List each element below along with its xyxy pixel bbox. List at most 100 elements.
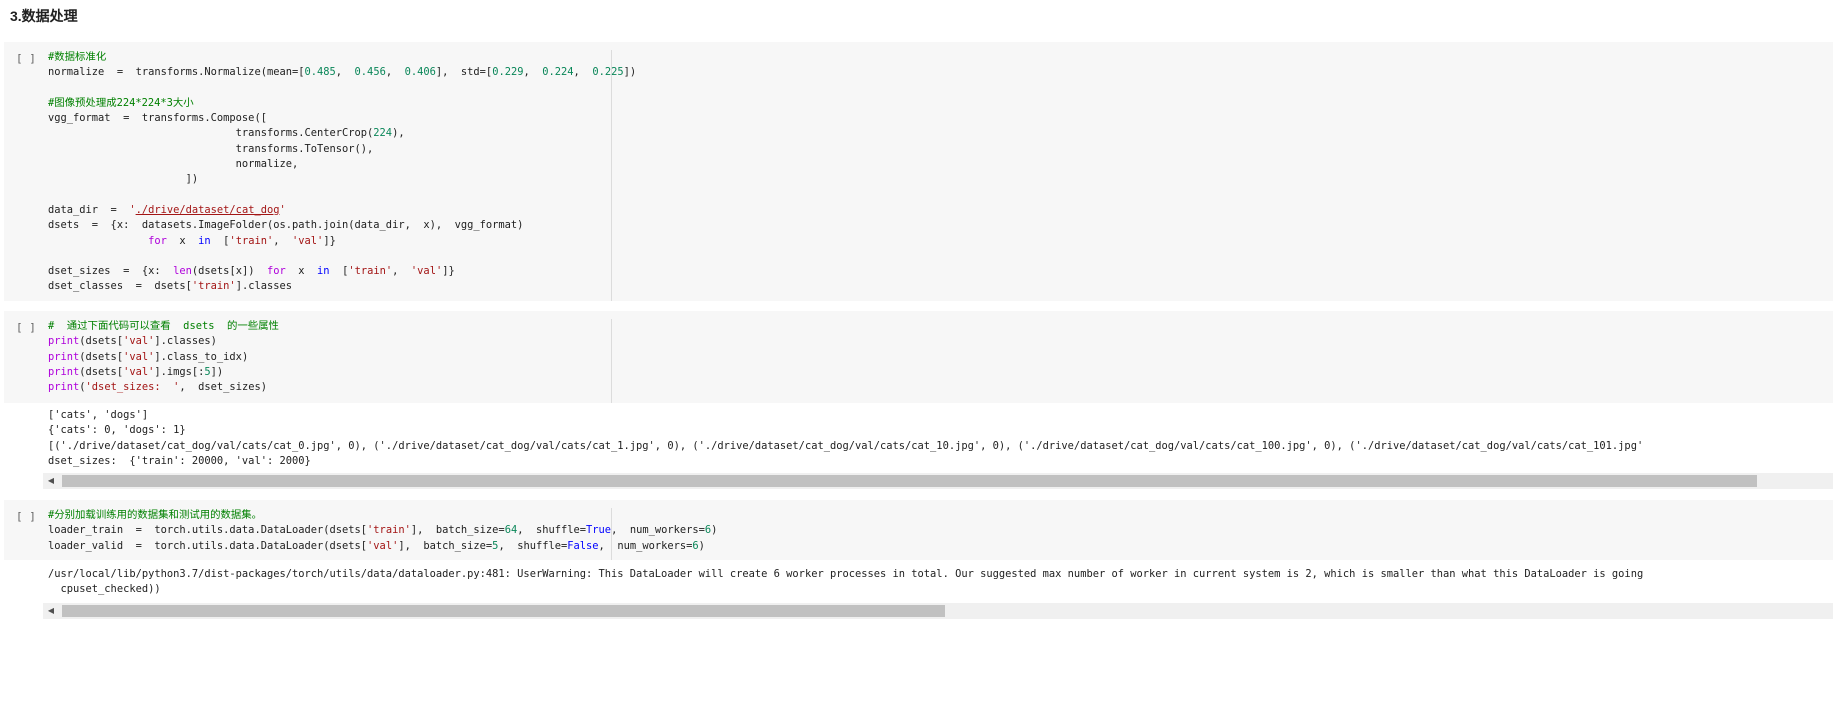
code-token: ./drive/dataset/cat_dog	[135, 203, 280, 216]
code-line[interactable]: loader_train = torch.utils.data.DataLoad…	[48, 523, 717, 538]
code-cell-dataloaders[interactable]: [ ] #分别加载训练用的数据集和测试用的数据集。 loader_train = …	[4, 500, 1833, 560]
code-line[interactable]: # 通过下面代码可以查看 dsets 的一些属性	[48, 319, 279, 334]
code-token: False	[567, 539, 599, 552]
code-cell-normalize[interactable]: [ ] #数据标准化 normalize = transforms.Normali…	[4, 42, 1833, 301]
code-line[interactable]: loader_valid = torch.utils.data.DataLoad…	[48, 539, 717, 554]
code-token: loader_train = torch.utils.data.DataLoad…	[48, 524, 368, 537]
code-line[interactable]: normalize = transforms.Normalize(mean=[0…	[48, 65, 636, 80]
code-token: )	[698, 539, 705, 552]
run-cell-button[interactable]: [ ]	[16, 52, 36, 65]
run-cell-button[interactable]: [ ]	[16, 321, 36, 334]
cell-output: ['cats', 'dogs'] {'cats': 0, 'dogs': 1} [(…	[48, 408, 1833, 469]
code-token: ]}	[442, 265, 455, 278]
code-editor[interactable]: # 通过下面代码可以查看 dsets 的一些属性 print(dsets['val…	[48, 319, 279, 395]
scroll-left-arrow-icon[interactable]: ◀	[43, 473, 59, 489]
code-token: ,	[385, 66, 405, 79]
code-token: x	[285, 265, 318, 278]
code-token: #分别加载训练用的数据集和测试用的数据集。	[48, 509, 263, 521]
code-cell-dsets-attributes[interactable]: [ ] # 通过下面代码可以查看 dsets 的一些属性 print(dsets[…	[4, 311, 1833, 403]
code-line[interactable]: print('dset_sizes: ', dset_sizes)	[48, 380, 279, 395]
code-token: loader_valid = torch.utils.data.DataLoad…	[48, 539, 368, 552]
code-token: 'val'	[123, 335, 155, 348]
code-line[interactable]: print(dsets['val'].imgs[:5])	[48, 365, 279, 380]
code-line[interactable]: print(dsets['val'].class_to_idx)	[48, 350, 279, 365]
code-token: ,	[273, 234, 293, 247]
code-line[interactable]	[48, 81, 636, 96]
code-token: 'train'	[348, 265, 393, 278]
code-line[interactable]: vgg_format = transforms.Compose([	[48, 111, 636, 126]
code-line[interactable]: #分别加载训练用的数据集和测试用的数据集。	[48, 508, 717, 523]
code-token: (dsets[	[79, 350, 124, 363]
code-line[interactable]: ])	[48, 172, 636, 187]
code-token: 64	[504, 524, 518, 537]
output-line: {'cats': 0, 'dogs': 1}	[48, 424, 186, 437]
code-token: )	[711, 524, 718, 537]
code-line[interactable]	[48, 249, 636, 264]
output-line: /usr/local/lib/python3.7/dist-packages/t…	[48, 568, 1644, 580]
code-token: , shuffle=	[517, 524, 587, 537]
code-line[interactable]: normalize,	[48, 157, 636, 172]
code-token: , num_workers=	[611, 524, 705, 537]
code-token: ,	[523, 66, 543, 79]
code-token: #数据标准化	[48, 51, 107, 63]
code-token: in	[198, 234, 211, 247]
code-token: , num_workers=	[598, 539, 693, 552]
code-line[interactable]: dset_classes = dsets['train'].classes	[48, 279, 636, 294]
output-line: [('./drive/dataset/cat_dog/val/cats/cat_…	[48, 439, 1644, 452]
code-token: #图像预处理成224*224*3大小	[48, 96, 194, 109]
scroll-thumb[interactable]	[62, 475, 1757, 487]
code-editor[interactable]: #数据标准化 normalize = transforms.Normalize(m…	[48, 50, 636, 295]
code-line[interactable]: dsets = {x: datasets.ImageFolder(os.path…	[48, 218, 636, 233]
scroll-left-arrow-icon[interactable]: ◀	[43, 603, 59, 619]
code-token: ], batch_size=	[398, 539, 493, 552]
code-line[interactable]: for x in ['train', 'val']}	[48, 234, 636, 249]
code-token: 'val'	[123, 365, 155, 378]
code-token: ], std=[	[435, 66, 493, 79]
code-token: '	[279, 203, 286, 216]
code-line[interactable]	[48, 188, 636, 203]
code-line[interactable]: print(dsets['val'].classes)	[48, 334, 279, 349]
line-length-ruler	[611, 319, 612, 403]
cell-output: /usr/local/lib/python3.7/dist-packages/t…	[48, 567, 1833, 598]
code-line[interactable]: transforms.ToTensor(),	[48, 142, 636, 157]
scroll-thumb[interactable]	[62, 605, 945, 617]
code-token: 'val'	[123, 350, 155, 363]
code-token: print	[48, 350, 80, 363]
code-token: vgg_format = transforms.Compose([	[48, 112, 267, 125]
code-token: # 通过下面代码可以查看 dsets 的一些属性	[48, 320, 279, 332]
code-token: 0.224	[542, 66, 574, 79]
code-token: ])	[623, 66, 637, 79]
code-token: 0.229	[492, 66, 524, 79]
code-token: ].class_to_idx)	[154, 350, 249, 363]
output-line: cpuset_checked))	[48, 583, 161, 596]
code-line[interactable]: #图像预处理成224*224*3大小	[48, 96, 636, 111]
code-token: dset_classes = dsets[	[48, 280, 192, 293]
code-token: ])	[48, 173, 199, 186]
code-token: 0.485	[304, 66, 336, 79]
code-token: for	[148, 234, 167, 247]
code-token: transforms.CenterCrop(	[48, 127, 374, 140]
code-token: 224	[373, 127, 393, 140]
code-token: 'val'	[292, 234, 324, 247]
code-editor[interactable]: #分别加载训练用的数据集和测试用的数据集。 loader_train = torc…	[48, 508, 717, 554]
output-scrollbar[interactable]: ◀	[43, 473, 1833, 489]
code-token: print	[48, 365, 80, 378]
code-token: 'dset_sizes: '	[85, 381, 180, 394]
code-line[interactable]: data_dir = './drive/dataset/cat_dog'	[48, 203, 636, 218]
code-line[interactable]: transforms.CenterCrop(224),	[48, 126, 636, 141]
code-token: ], batch_size=	[410, 524, 505, 537]
code-token: ])	[210, 365, 224, 378]
code-token: ,	[573, 66, 593, 79]
output-line: ['cats', 'dogs']	[48, 409, 149, 421]
code-token: dsets = {x: datasets.ImageFolder(os.path…	[48, 219, 524, 232]
code-token: , dset_sizes)	[179, 381, 267, 394]
code-line[interactable]: #数据标准化	[48, 50, 636, 65]
code-token: (dsets[	[79, 365, 124, 378]
code-token: 'val'	[367, 539, 399, 552]
code-token: ].classes)	[154, 335, 217, 348]
code-token: data_dir =	[48, 203, 130, 216]
output-scrollbar[interactable]: ◀	[43, 603, 1833, 619]
code-token: len	[173, 265, 192, 278]
code-line[interactable]: dset_sizes = {x: len(dsets[x]) for x in …	[48, 264, 636, 279]
run-cell-button[interactable]: [ ]	[16, 510, 36, 523]
